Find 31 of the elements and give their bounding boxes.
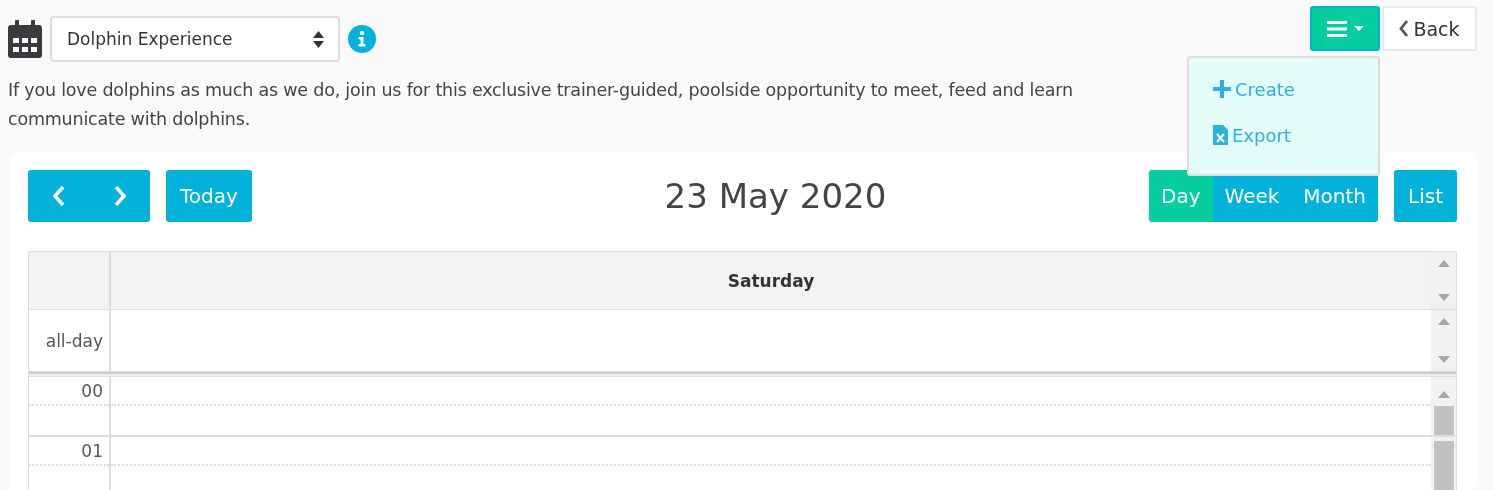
scroll-up-icon[interactable]	[1437, 318, 1450, 325]
today-button[interactable]: Today	[166, 170, 252, 222]
description-text: communicate with dolphins.	[8, 108, 250, 131]
calendar-icon	[8, 20, 42, 58]
scroll-up-icon[interactable]	[1437, 391, 1450, 398]
plus-icon	[1213, 80, 1231, 98]
sort-caret-icon	[313, 30, 324, 48]
hour-label: 01	[29, 437, 109, 467]
calendar-title: 23 May 2020	[664, 176, 887, 216]
scroll-down-icon[interactable]	[1437, 356, 1450, 363]
calendar-select[interactable]: Dolphin Experience	[50, 16, 340, 62]
caret-icon	[1353, 26, 1364, 31]
scroll-down-icon[interactable]	[1437, 294, 1450, 301]
menu-icon	[1326, 20, 1347, 37]
hour-label: 00	[29, 377, 109, 407]
list-view-button[interactable]: List	[1394, 170, 1457, 222]
chevron-left-icon	[1399, 20, 1410, 37]
scrollbar-thumb[interactable]	[1433, 441, 1454, 490]
menu-item[interactable]: Export	[1213, 120, 1378, 150]
menu-button[interactable]	[1310, 6, 1380, 51]
scroll-up-icon[interactable]	[1437, 260, 1450, 267]
view-tab[interactable]: Day	[1149, 170, 1213, 222]
info-icon[interactable]	[348, 25, 376, 53]
back-button[interactable]: Back	[1382, 6, 1477, 51]
spreadsheet-file-icon	[1213, 125, 1228, 145]
menu-item[interactable]: Create	[1213, 74, 1378, 104]
chevron-right-icon	[112, 185, 127, 207]
chevron-left-icon	[51, 185, 66, 207]
description-text: If you love dolphins as much as we do, join us for this exclusive trainer-guided, poolside opportunity to meet, feed and learn	[8, 79, 1073, 102]
scrollbar-thumb[interactable]	[1433, 406, 1454, 435]
day-header: Saturday	[726, 269, 816, 293]
